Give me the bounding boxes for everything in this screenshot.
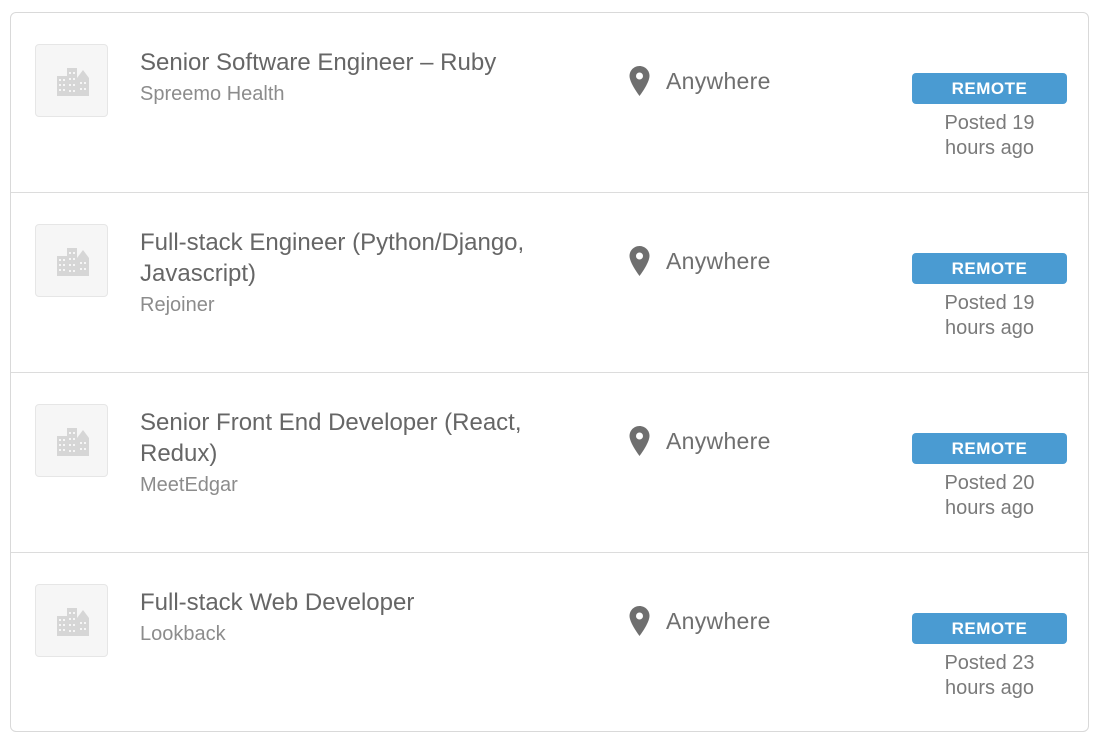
- location-text: Anywhere: [666, 607, 771, 634]
- map-pin-icon: [629, 426, 650, 456]
- company-logo-placeholder: [35, 584, 108, 657]
- company-name: Lookback: [140, 623, 226, 645]
- job-row[interactable]: Senior Front End Developer (React, Redux…: [11, 373, 1088, 553]
- company-logo-placeholder: [35, 404, 108, 477]
- job-title[interactable]: Senior Front End Developer (React, Redux…: [140, 407, 580, 498]
- job-title-text[interactable]: Senior Front End Developer (React, Redux…: [140, 409, 522, 467]
- location-text: Anywhere: [666, 67, 771, 94]
- company-name: MeetEdgar: [140, 474, 238, 496]
- building-icon: [56, 67, 89, 96]
- job-list: Senior Software Engineer – Ruby Spreemo …: [10, 12, 1089, 732]
- company-logo-placeholder: [35, 224, 108, 297]
- remote-badge: REMOTE: [912, 613, 1067, 644]
- job-location: Anywhere: [629, 426, 771, 456]
- posted-time: Posted 19 hours ago: [912, 111, 1067, 161]
- posted-time-line1: Posted 19: [944, 112, 1035, 134]
- map-pin-icon: [629, 246, 650, 276]
- posted-time-line2: hours ago: [945, 137, 1034, 159]
- job-title-text[interactable]: Full-stack Web Developer: [140, 589, 414, 616]
- company-logo-placeholder: [35, 44, 108, 117]
- location-text: Anywhere: [666, 247, 771, 274]
- map-pin-icon: [629, 606, 650, 636]
- remote-badge: REMOTE: [912, 433, 1067, 464]
- company-name: Rejoiner: [140, 294, 215, 316]
- posted-time-line2: hours ago: [945, 497, 1034, 519]
- job-row[interactable]: Full-stack Engineer (Python/Django, Java…: [11, 193, 1088, 373]
- building-icon: [56, 607, 89, 636]
- posted-time: Posted 23 hours ago: [912, 651, 1067, 701]
- job-row[interactable]: Full-stack Web Developer Lookback Anywhe…: [11, 553, 1088, 731]
- posted-time-line2: hours ago: [945, 677, 1034, 699]
- posted-time-line2: hours ago: [945, 317, 1034, 339]
- job-location: Anywhere: [629, 246, 771, 276]
- job-location: Anywhere: [629, 66, 771, 96]
- posted-time: Posted 20 hours ago: [912, 471, 1067, 521]
- building-icon: [56, 427, 89, 456]
- location-text: Anywhere: [666, 427, 771, 454]
- job-title[interactable]: Full-stack Engineer (Python/Django, Java…: [140, 227, 580, 318]
- job-title[interactable]: Full-stack Web Developer Lookback: [140, 587, 580, 647]
- posted-time-line1: Posted 19: [944, 292, 1035, 314]
- company-name: Spreemo Health: [140, 83, 285, 105]
- job-title[interactable]: Senior Software Engineer – Ruby Spreemo …: [140, 47, 580, 107]
- map-pin-icon: [629, 66, 650, 96]
- job-title-text[interactable]: Full-stack Engineer (Python/Django, Java…: [140, 229, 524, 287]
- job-location: Anywhere: [629, 606, 771, 636]
- building-icon: [56, 247, 89, 276]
- remote-badge: REMOTE: [912, 73, 1067, 104]
- posted-time-line1: Posted 23: [944, 652, 1035, 674]
- remote-badge: REMOTE: [912, 253, 1067, 284]
- posted-time-line1: Posted 20: [944, 472, 1035, 494]
- job-row[interactable]: Senior Software Engineer – Ruby Spreemo …: [11, 13, 1088, 193]
- posted-time: Posted 19 hours ago: [912, 291, 1067, 341]
- job-title-text[interactable]: Senior Software Engineer – Ruby: [140, 49, 496, 76]
